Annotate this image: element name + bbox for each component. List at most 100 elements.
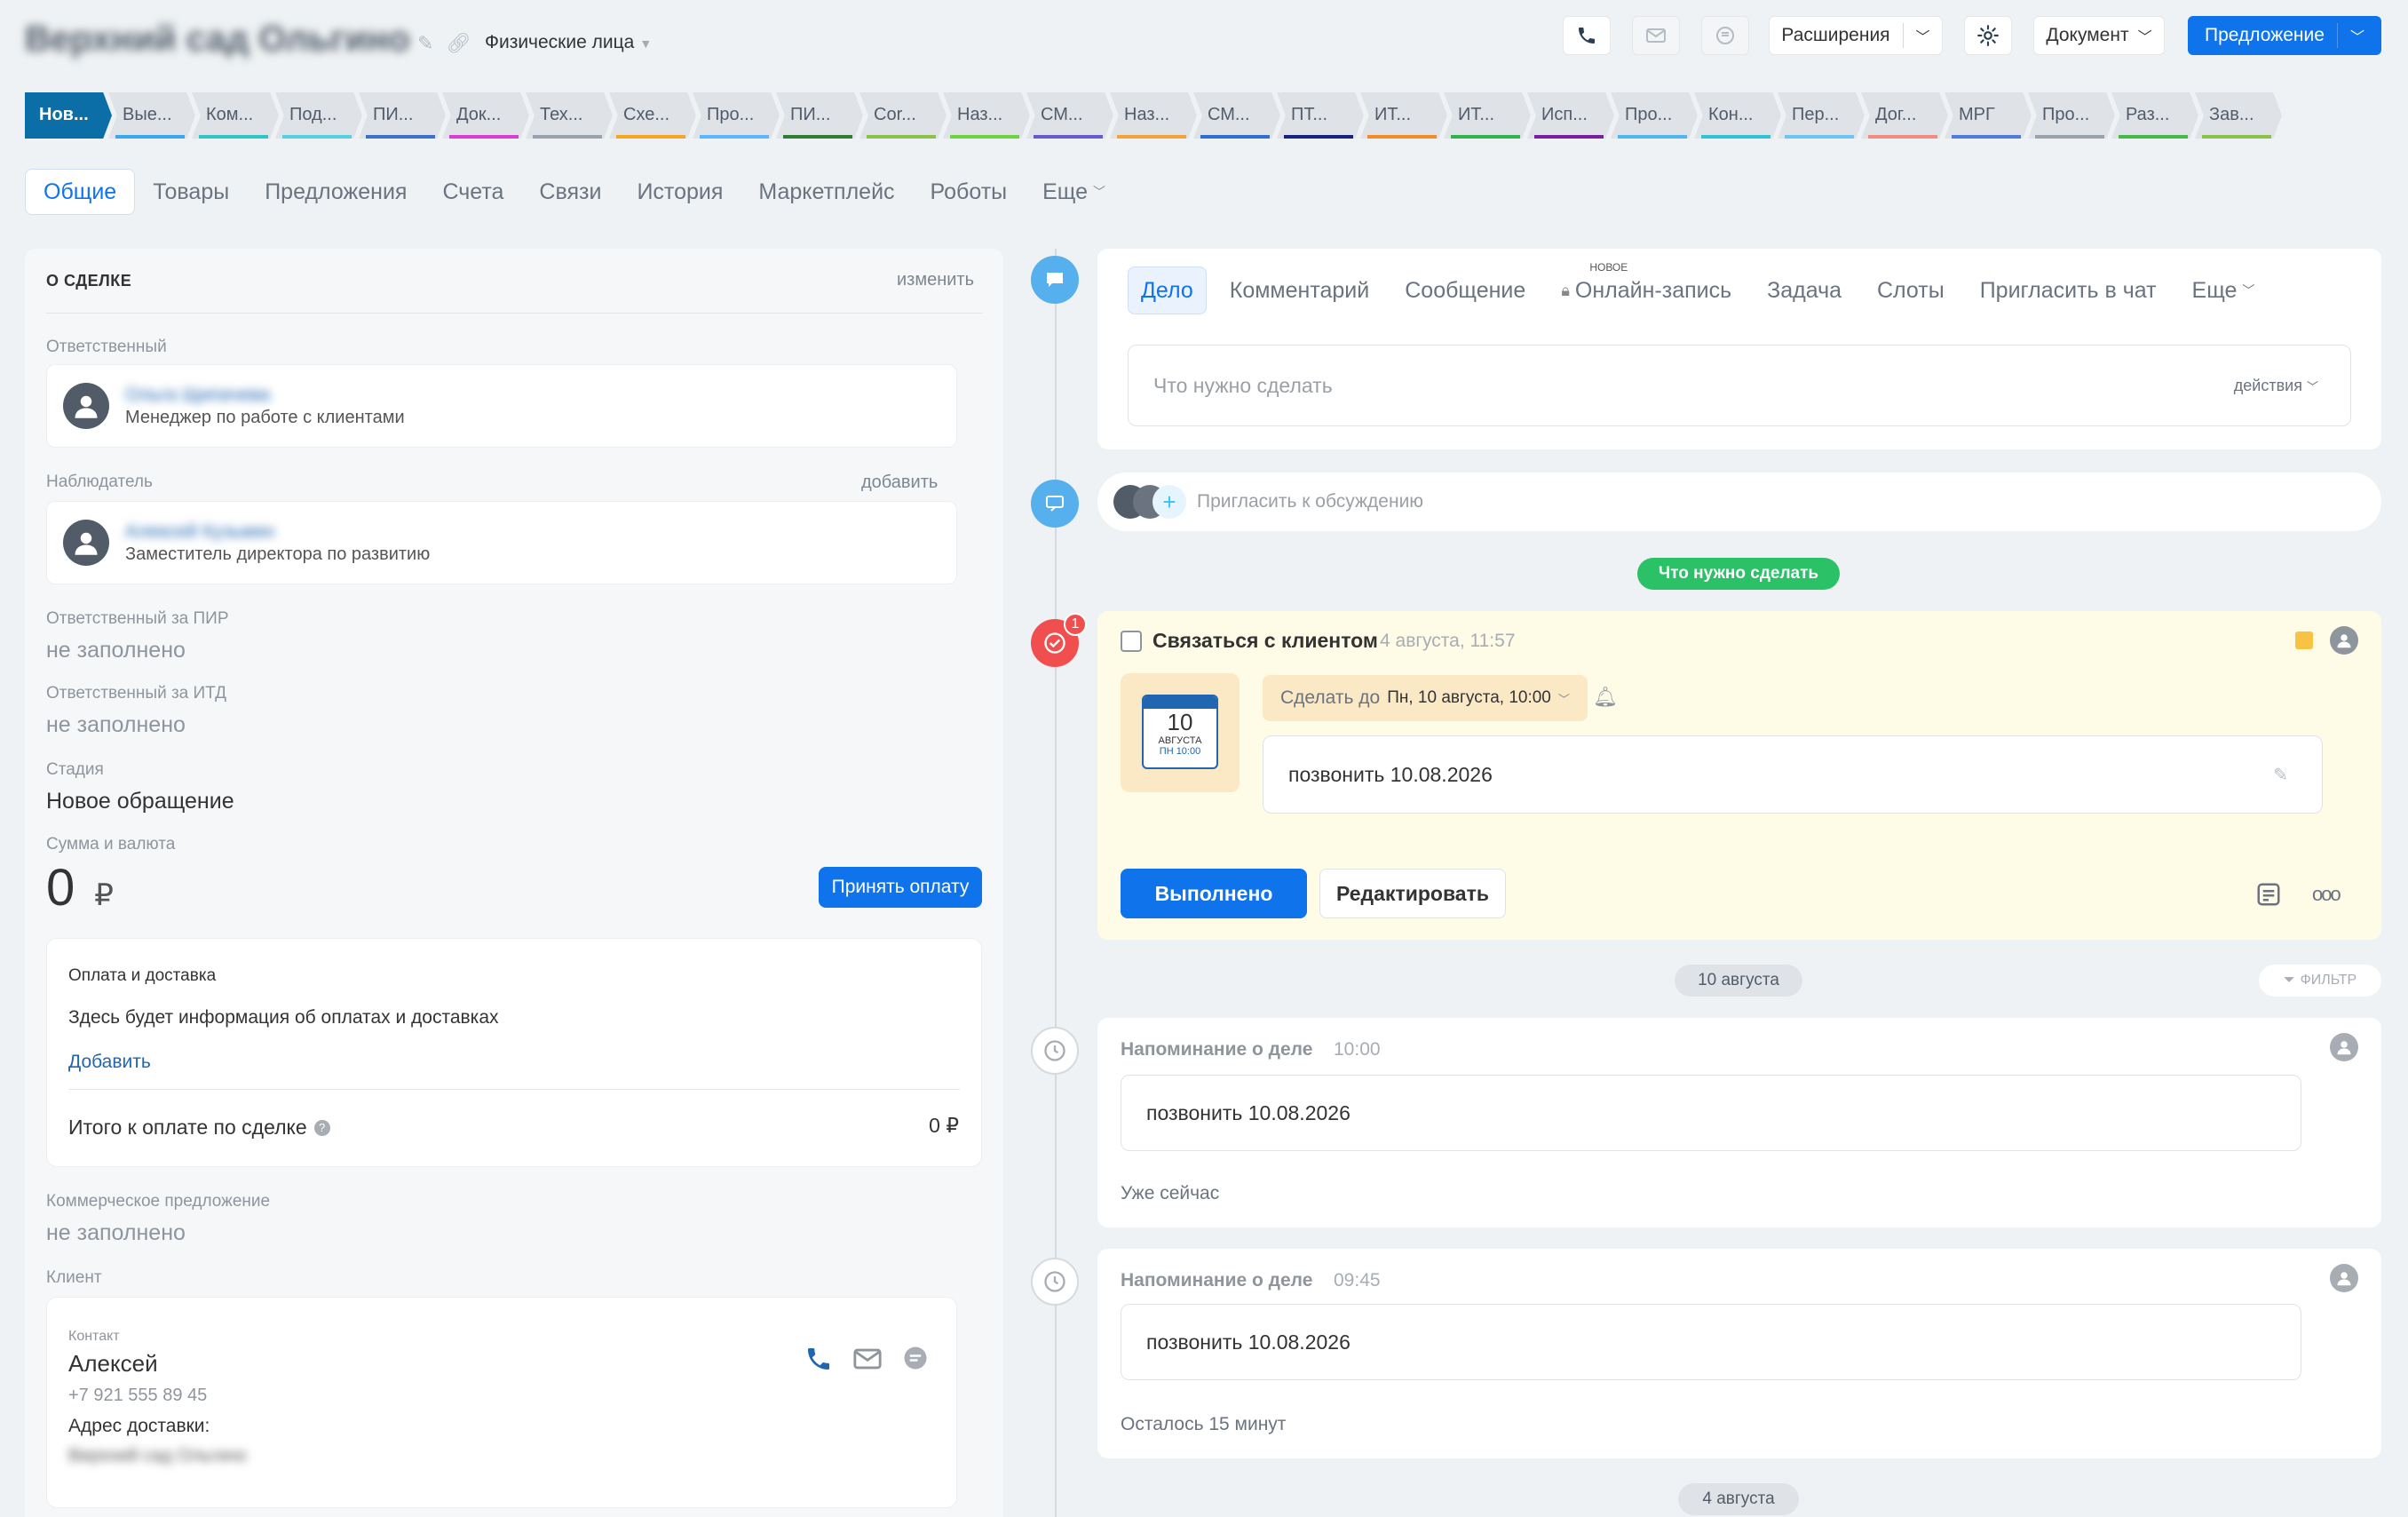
contact-name[interactable]: Алексей: [68, 1350, 158, 1378]
chat-icon[interactable]: [902, 1345, 929, 1371]
responsible-card[interactable]: Ольга Щипачева Менеджер по работе с клие…: [46, 364, 957, 448]
task-counter-badge: 1: [1064, 613, 1087, 636]
stage-6[interactable]: Тех...: [526, 92, 613, 139]
stage-0[interactable]: Нов...: [25, 92, 112, 139]
done-button[interactable]: Выполнено: [1121, 869, 1307, 918]
tab-products[interactable]: Товары: [135, 169, 247, 215]
actions-dropdown[interactable]: действия ﹀: [2234, 377, 2318, 395]
tab-task[interactable]: Задача: [1755, 266, 1854, 314]
edit-button[interactable]: Редактировать: [1319, 869, 1506, 918]
pencil-icon[interactable]: ✎: [2273, 764, 2288, 786]
stage-14[interactable]: СМ...: [1193, 92, 1280, 139]
task-note[interactable]: позвонить 10.08.2026 ✎: [1263, 735, 2323, 814]
tab-comment[interactable]: Комментарий: [1217, 266, 1382, 314]
tab-more[interactable]: Еще ﹀: [1025, 169, 1123, 215]
invite-discussion[interactable]: + Пригласить к обсуждению: [1097, 473, 2381, 531]
link-icon[interactable]: 🔗︎: [447, 32, 471, 54]
stage-13[interactable]: Наз...: [1110, 92, 1197, 139]
call-button[interactable]: [1563, 16, 1611, 55]
stage-label: Про...: [2042, 105, 2090, 124]
participants: +: [1113, 485, 1186, 519]
chat-button[interactable]: [1701, 16, 1749, 55]
more-icon[interactable]: ooo: [2312, 883, 2341, 906]
tab-more[interactable]: Еще ﹀: [2180, 266, 2268, 314]
color-tag-icon[interactable]: [2295, 631, 2313, 649]
stage-label: Вые...: [123, 105, 172, 124]
category-selector[interactable]: Физические лица ▼: [485, 32, 652, 53]
stage-5[interactable]: Док...: [442, 92, 529, 139]
task-title[interactable]: Связаться с клиентом: [1153, 629, 1378, 653]
stage-9[interactable]: ПИ...: [776, 92, 863, 139]
accept-payment-button[interactable]: Принять оплату: [819, 867, 982, 908]
stage-21[interactable]: Пер...: [1778, 92, 1865, 139]
stage-8[interactable]: Про...: [693, 92, 780, 139]
stage-11[interactable]: Наз...: [943, 92, 1030, 139]
offer-button[interactable]: Предложение ﹀: [2188, 16, 2381, 55]
edit-link[interactable]: изменить: [897, 270, 974, 290]
user-icon[interactable]: [2330, 1033, 2358, 1061]
settings-button[interactable]: [1964, 16, 2012, 55]
task-checkbox[interactable]: [1121, 631, 1142, 652]
deadline-selector[interactable]: Сделать до Пн, 10 августа, 10:00 ﹀: [1263, 675, 1588, 721]
tab-links[interactable]: Связи: [521, 169, 619, 215]
stage-16[interactable]: ИТ...: [1360, 92, 1447, 139]
email-button[interactable]: [1632, 16, 1680, 55]
tab-slots[interactable]: Слоты: [1865, 266, 1957, 314]
extensions-label: Расширения: [1781, 25, 1890, 45]
observer-card[interactable]: Алексей Кузьмин Заместитель директора по…: [46, 501, 957, 584]
stage-1[interactable]: Вые...: [108, 92, 195, 139]
tab-invoices[interactable]: Счета: [424, 169, 521, 215]
envelope-icon[interactable]: [852, 1345, 883, 1373]
phone-icon[interactable]: [804, 1345, 833, 1373]
add-participant-icon[interactable]: +: [1153, 485, 1186, 519]
stage-4[interactable]: ПИ...: [359, 92, 446, 139]
responsible-role: Менеджер по работе с клиентами: [125, 407, 405, 427]
observer-add-link[interactable]: добавить: [861, 473, 938, 493]
stage-20[interactable]: Кон...: [1694, 92, 1781, 139]
stage-18[interactable]: Исп...: [1527, 92, 1614, 139]
stage-25[interactable]: Раз...: [2111, 92, 2198, 139]
stage-3[interactable]: Под...: [275, 92, 362, 139]
tab-general[interactable]: Общие: [25, 169, 136, 215]
stage-23[interactable]: МРГ: [1945, 92, 2032, 139]
stage-2[interactable]: Ком...: [192, 92, 279, 139]
stage-19[interactable]: Про...: [1611, 92, 1698, 139]
stage-15[interactable]: ПТ...: [1277, 92, 1364, 139]
contact-actions: [804, 1345, 929, 1373]
user-icon[interactable]: [2330, 626, 2358, 655]
stage-color-bar: [1533, 135, 1604, 139]
responsible-name[interactable]: Ольга Щипачева: [125, 385, 405, 406]
stage-label: Про...: [1625, 105, 1673, 124]
stage-26[interactable]: Зав...: [2195, 92, 2282, 139]
stage-7[interactable]: Схе...: [609, 92, 696, 139]
stage-label: Стадия: [46, 760, 104, 779]
pencil-icon[interactable]: ✎: [417, 32, 433, 54]
stage-10[interactable]: Cor...: [859, 92, 947, 139]
payment-add-link[interactable]: Добавить: [68, 1052, 151, 1073]
tab-activity[interactable]: Дело: [1128, 266, 1207, 314]
stage-17[interactable]: ИТ...: [1444, 92, 1531, 139]
stage-color-bar: [1450, 135, 1521, 139]
tab-history[interactable]: История: [619, 169, 741, 215]
todo-input[interactable]: Что нужно сделать действия ﹀: [1128, 345, 2351, 426]
user-icon[interactable]: [2330, 1264, 2358, 1292]
stage-color-bar: [281, 135, 352, 139]
tab-online-booking[interactable]: новое 🔒︎ Онлайн-запись: [1549, 261, 1744, 314]
note-icon[interactable]: [2255, 881, 2282, 912]
help-icon[interactable]: ?: [313, 1119, 330, 1136]
observer-name[interactable]: Алексей Кузьмин: [125, 521, 430, 543]
stage-24[interactable]: Про...: [2028, 92, 2115, 139]
stage-12[interactable]: СМ...: [1026, 92, 1113, 139]
tab-invite-chat[interactable]: Пригласить в чат: [1968, 266, 2169, 314]
filter-button[interactable]: ⏷ ФИЛЬТР: [2259, 965, 2381, 997]
tab-robots[interactable]: Роботы: [913, 169, 1026, 215]
tab-offers[interactable]: Предложения: [247, 169, 424, 215]
contact-phone[interactable]: +7 921 555 89 45: [68, 1386, 207, 1406]
extensions-button[interactable]: Расширения ﹀: [1769, 16, 1943, 55]
tab-marketplace[interactable]: Маркетплейс: [741, 169, 912, 215]
document-button[interactable]: Документ ﹀: [2033, 16, 2165, 55]
stage-22[interactable]: Дог...: [1861, 92, 1948, 139]
pir-value: не заполнено: [46, 638, 186, 663]
bell-icon[interactable]: 🔔︎: [1593, 686, 1618, 709]
tab-message[interactable]: Сообщение: [1392, 266, 1538, 314]
